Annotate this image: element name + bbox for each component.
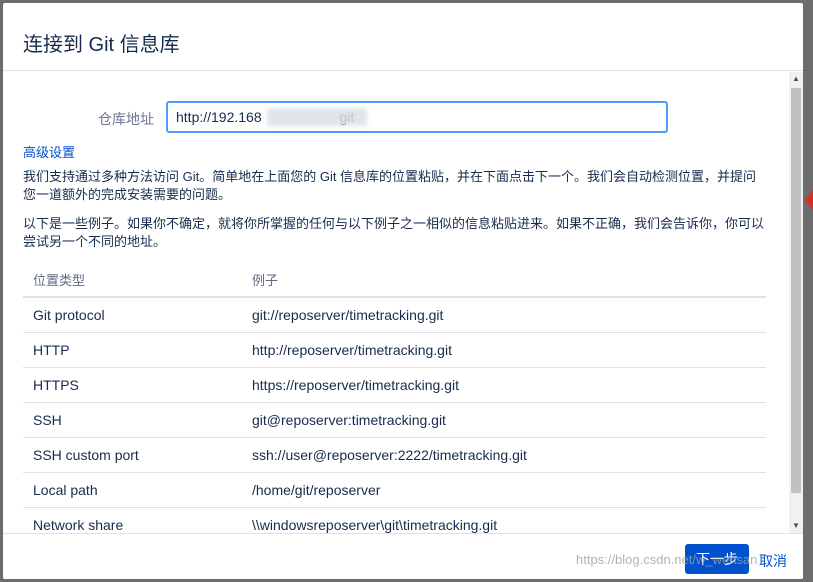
table-row: HTTPS https://reposerver/timetracking.gi… [23,367,766,403]
example-cell: git@reposerver:timetracking.git [242,402,766,438]
description-paragraph-2: 以下是一些例子。如果你不确定，就将你所掌握的任何与以下例子之一相似的信息粘贴进来… [23,216,765,249]
column-header-example: 例子 [242,262,766,298]
example-cell: git://reposerver/timetracking.git [242,297,766,333]
example-cell: http://reposerver/timetracking.git [242,332,766,368]
location-type-cell: SSH [23,402,242,438]
connect-git-dialog: 连接到 Git 信息库 仓库地址 高级设置 我们支持通过多种方法访问 Git。简… [3,3,803,579]
dialog-body: 仓库地址 高级设置 我们支持通过多种方法访问 Git。简单地在上面您的 Git … [3,72,789,533]
dialog-title: 连接到 Git 信息库 [23,34,180,56]
dialog-header: 连接到 Git 信息库 [3,3,803,71]
repo-url-input[interactable] [166,101,668,133]
cancel-link[interactable]: 取消 [759,551,787,571]
column-header-location-type: 位置类型 [23,262,242,298]
scroll-down-arrow-icon[interactable]: ▼ [789,519,803,533]
repo-url-label: 仓库地址 [98,111,154,127]
example-cell: ssh://user@reposerver:2222/timetracking.… [242,437,766,473]
table-row: Git protocol git://reposerver/timetracki… [23,297,766,333]
table-row: Local path /home/git/reposerver [23,472,766,508]
location-type-cell: Git protocol [23,297,242,333]
background-marker [804,190,813,210]
scrollbar-thumb[interactable] [791,88,801,493]
table-header-row: 位置类型 例子 [23,262,766,298]
location-type-cell: HTTPS [23,367,242,403]
examples-table: 位置类型 例子 Git protocol git://reposerver/ti… [23,262,766,533]
location-type-cell: HTTP [23,332,242,368]
table-row: HTTP http://reposerver/timetracking.git [23,332,766,368]
redacted-region [267,108,367,126]
vertical-scrollbar[interactable]: ▲ ▼ [789,72,803,533]
location-type-cell: Local path [23,472,242,508]
example-cell: /home/git/reposerver [242,472,766,508]
next-button[interactable]: 下一步 [685,544,749,574]
table-row: SSH custom port ssh://user@reposerver:22… [23,437,766,473]
description-paragraph-1: 我们支持通过多种方法访问 Git。简单地在上面您的 Git 信息库的位置粘贴，并… [23,169,757,202]
advanced-settings-link[interactable]: 高级设置 [23,142,75,161]
table-row: Network share \\windowsreposerver\git\ti… [23,507,766,533]
location-type-cell: SSH custom port [23,437,242,473]
example-cell: \\windowsreposerver\git\timetracking.git [242,507,766,533]
scroll-up-arrow-icon[interactable]: ▲ [789,72,803,86]
table-row: SSH git@reposerver:timetracking.git [23,402,766,438]
dialog-footer: 下一步 取消 [3,533,803,579]
location-type-cell: Network share [23,507,242,533]
example-cell: https://reposerver/timetracking.git [242,367,766,403]
